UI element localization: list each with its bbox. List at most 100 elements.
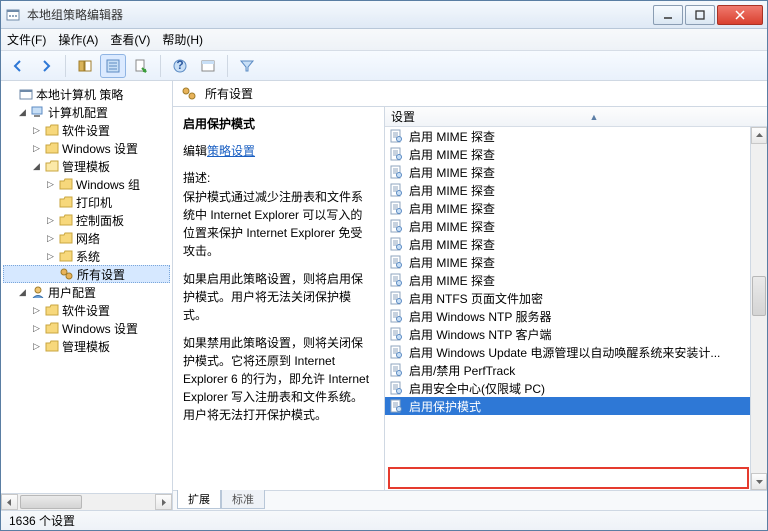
- policy-item-icon: [389, 345, 403, 359]
- computer-icon: [31, 106, 45, 118]
- list-item-label: 启用/禁用 PerfTrack: [409, 362, 515, 379]
- tree-printers[interactable]: 打印机: [3, 193, 170, 211]
- help-button[interactable]: ?: [167, 54, 193, 78]
- details-title: 所有设置: [205, 85, 253, 102]
- expand-icon[interactable]: ▷: [45, 215, 56, 226]
- policy-item-icon: [389, 201, 403, 215]
- export-list-button[interactable]: [128, 54, 154, 78]
- list-item[interactable]: 启用/禁用 PerfTrack: [385, 361, 767, 379]
- collapse-icon[interactable]: ◢: [17, 107, 28, 118]
- list-item[interactable]: 启用 MIME 探查: [385, 217, 767, 235]
- list-item[interactable]: 启用保护模式: [385, 397, 767, 415]
- tree-admin-templates[interactable]: ◢ 管理模板: [3, 157, 170, 175]
- menu-file[interactable]: 文件(F): [7, 31, 46, 48]
- tree-network[interactable]: ▷网络: [3, 229, 170, 247]
- tree-hscrollbar[interactable]: [1, 493, 172, 510]
- tree-root[interactable]: 本地计算机 策略: [3, 85, 170, 103]
- minimize-button[interactable]: [653, 5, 683, 25]
- expand-icon[interactable]: ▷: [31, 143, 42, 154]
- collapse-icon[interactable]: ◢: [31, 161, 42, 172]
- list-item[interactable]: 启用 MIME 探查: [385, 145, 767, 163]
- list-item[interactable]: 启用 Windows NTP 服务器: [385, 307, 767, 325]
- tree-windows-components[interactable]: ▷Windows 组: [3, 175, 170, 193]
- close-button[interactable]: [717, 5, 763, 25]
- menu-help[interactable]: 帮助(H): [162, 31, 203, 48]
- list-item-label: 启用 MIME 探查: [409, 200, 495, 217]
- tree-label: Windows 设置: [62, 320, 138, 337]
- policy-item-icon: [389, 183, 403, 197]
- tree-user-config[interactable]: ◢用户配置: [3, 283, 170, 301]
- app-icon: [5, 7, 21, 23]
- description-label: 描述:: [183, 169, 374, 186]
- policy-item-icon: [389, 147, 403, 161]
- description-paragraph: 如果启用此策略设置，则将启用保护模式。用户将无法关闭保护模式。: [183, 270, 374, 324]
- tree-control-panel[interactable]: ▷ 控制面板: [3, 211, 170, 229]
- options-button[interactable]: [195, 54, 221, 78]
- list-item[interactable]: 启用 MIME 探查: [385, 127, 767, 145]
- list-item[interactable]: 启用 Windows NTP 客户端: [385, 325, 767, 343]
- tree-label: 控制面板: [76, 212, 124, 229]
- expand-icon[interactable]: ▷: [45, 233, 56, 244]
- scroll-thumb[interactable]: [20, 495, 82, 509]
- list-vscrollbar[interactable]: [750, 127, 767, 490]
- tree-windows-settings-2[interactable]: ▷ Windows 设置: [3, 319, 170, 337]
- list-item[interactable]: 启用 MIME 探查: [385, 271, 767, 289]
- expand-icon[interactable]: ▷: [31, 323, 42, 334]
- description-paragraph: 如果禁用此策略设置，则将关闭保护模式。它将还原到 Internet Explor…: [183, 334, 374, 424]
- tree-system[interactable]: ▷系统: [3, 247, 170, 265]
- list-item[interactable]: 启用 MIME 探查: [385, 199, 767, 217]
- collapse-icon[interactable]: ◢: [17, 287, 28, 298]
- settings-icon: [181, 86, 197, 102]
- tree-software-settings-2[interactable]: ▷软件设置: [3, 301, 170, 319]
- folder-icon: [45, 340, 59, 352]
- back-button[interactable]: [5, 54, 31, 78]
- tree-pane: 本地计算机 策略 ◢计算机配置 ▷软件设置 ▷Windows 设置 ◢管理模板 …: [1, 81, 173, 510]
- list-item[interactable]: 启用 NTFS 页面文件加密: [385, 289, 767, 307]
- tab-standard[interactable]: 标准: [221, 490, 265, 509]
- list-item[interactable]: 启用 MIME 探查: [385, 253, 767, 271]
- tab-extended[interactable]: 扩展: [177, 490, 221, 509]
- scroll-left-button[interactable]: [1, 494, 18, 510]
- scroll-right-button[interactable]: [155, 494, 172, 510]
- tree-admin-templates-2[interactable]: ▷管理模板: [3, 337, 170, 355]
- expand-icon[interactable]: ▷: [45, 179, 56, 190]
- filter-button[interactable]: [234, 54, 260, 78]
- tree[interactable]: 本地计算机 策略 ◢计算机配置 ▷软件设置 ▷Windows 设置 ◢管理模板 …: [1, 81, 172, 493]
- menu-action[interactable]: 操作(A): [58, 31, 98, 48]
- list-item[interactable]: 启用安全中心(仅限域 PC): [385, 379, 767, 397]
- tree-software-settings[interactable]: ▷软件设置: [3, 121, 170, 139]
- list-item[interactable]: 启用 MIME 探查: [385, 181, 767, 199]
- tree-label: 打印机: [76, 194, 112, 211]
- scroll-up-button[interactable]: [751, 127, 767, 144]
- tree-label: 管理模板: [62, 158, 110, 175]
- tree-all-settings[interactable]: 所有设置: [3, 265, 170, 283]
- window-title: 本地组策略编辑器: [27, 6, 653, 23]
- edit-policy-link[interactable]: 策略设置: [207, 144, 255, 158]
- forward-button[interactable]: [33, 54, 59, 78]
- tree-windows-settings[interactable]: ▷ Windows 设置: [3, 139, 170, 157]
- tree-label: 本地计算机 策略: [36, 86, 123, 103]
- titlebar[interactable]: 本地组策略编辑器: [1, 1, 767, 29]
- expand-icon[interactable]: ▷: [31, 125, 42, 136]
- policy-item-icon: [389, 129, 403, 143]
- folder-icon: [45, 124, 59, 136]
- tree-computer-config[interactable]: ◢计算机配置: [3, 103, 170, 121]
- scroll-thumb[interactable]: [752, 276, 766, 316]
- expand-icon[interactable]: ▷: [31, 341, 42, 352]
- tree-label: Windows 设置: [62, 140, 138, 157]
- expand-icon[interactable]: ▷: [31, 305, 42, 316]
- settings-list-pane: 设置 ▲ 启用 MIME 探查启用 MIME 探查启用 MIME 探查启用 MI…: [385, 107, 767, 490]
- menu-view[interactable]: 查看(V): [110, 31, 150, 48]
- list-item[interactable]: 启用 MIME 探查: [385, 235, 767, 253]
- list-item[interactable]: 启用 MIME 探查: [385, 163, 767, 181]
- maximize-button[interactable]: [685, 5, 715, 25]
- show-hide-tree-button[interactable]: [72, 54, 98, 78]
- column-settings[interactable]: 设置: [385, 108, 421, 125]
- setting-title: 启用保护模式: [183, 115, 374, 132]
- properties-button[interactable]: [100, 54, 126, 78]
- list-item-label: 启用安全中心(仅限域 PC): [409, 380, 545, 397]
- scroll-down-button[interactable]: [751, 473, 767, 490]
- settings-list[interactable]: 启用 MIME 探查启用 MIME 探查启用 MIME 探查启用 MIME 探查…: [385, 127, 767, 490]
- list-item[interactable]: 启用 Windows Update 电源管理以自动唤醒系统来安装计...: [385, 343, 767, 361]
- expand-icon[interactable]: ▷: [45, 251, 56, 262]
